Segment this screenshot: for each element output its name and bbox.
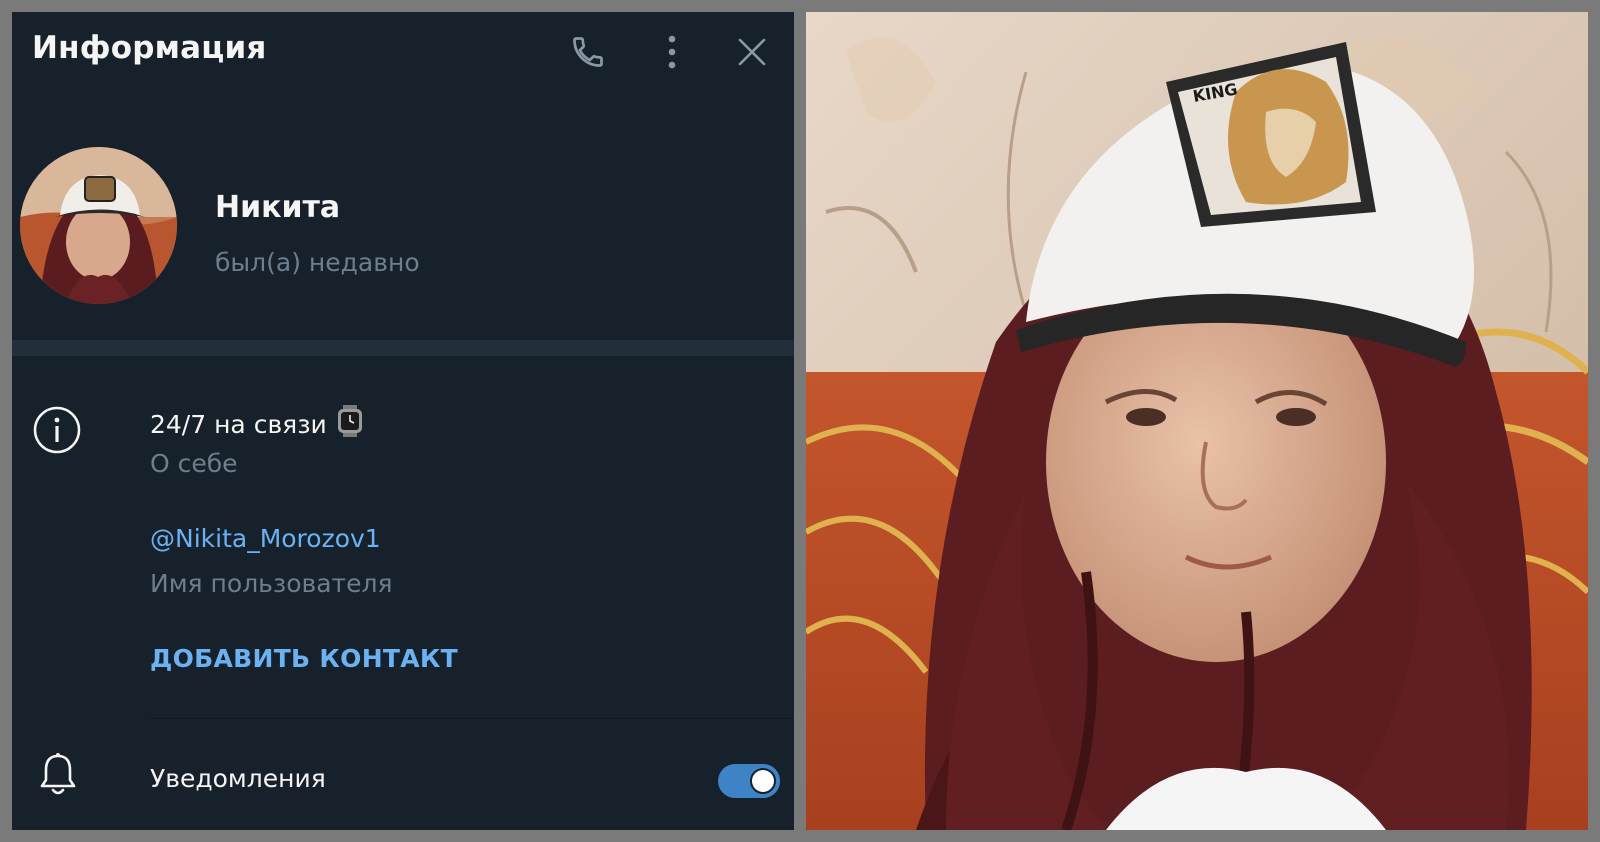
bio-value: 24/7 на связи — [150, 409, 327, 439]
username-label: Имя пользователя — [150, 569, 393, 598]
profile-photo: KING — [806, 12, 1588, 830]
close-icon[interactable] — [732, 32, 772, 72]
section-divider — [12, 340, 794, 356]
notifications-label: Уведомления — [150, 764, 326, 793]
profile-name: Никита — [215, 190, 341, 225]
info-icon — [32, 405, 82, 459]
row-divider — [150, 718, 794, 719]
more-vertical-icon[interactable] — [652, 32, 692, 72]
panel-title: Информация — [32, 30, 267, 66]
watch-icon — [337, 405, 363, 443]
add-contact-button[interactable]: ДОБАВИТЬ КОНТАКТ — [150, 644, 458, 673]
bell-icon — [38, 752, 78, 802]
phone-icon[interactable] — [568, 32, 608, 72]
last-seen-status: был(а) недавно — [215, 248, 420, 277]
bio-label: О себе — [150, 449, 238, 478]
notifications-toggle[interactable] — [718, 764, 780, 798]
username-link[interactable]: @Nikita_Morozov1 — [150, 524, 381, 553]
profile-info-panel: Информация Никита был(а) недавно 24/7 на… — [12, 12, 794, 830]
avatar[interactable] — [20, 147, 177, 304]
toggle-knob — [746, 764, 780, 798]
bio-text: 24/7 на связи — [150, 405, 363, 443]
